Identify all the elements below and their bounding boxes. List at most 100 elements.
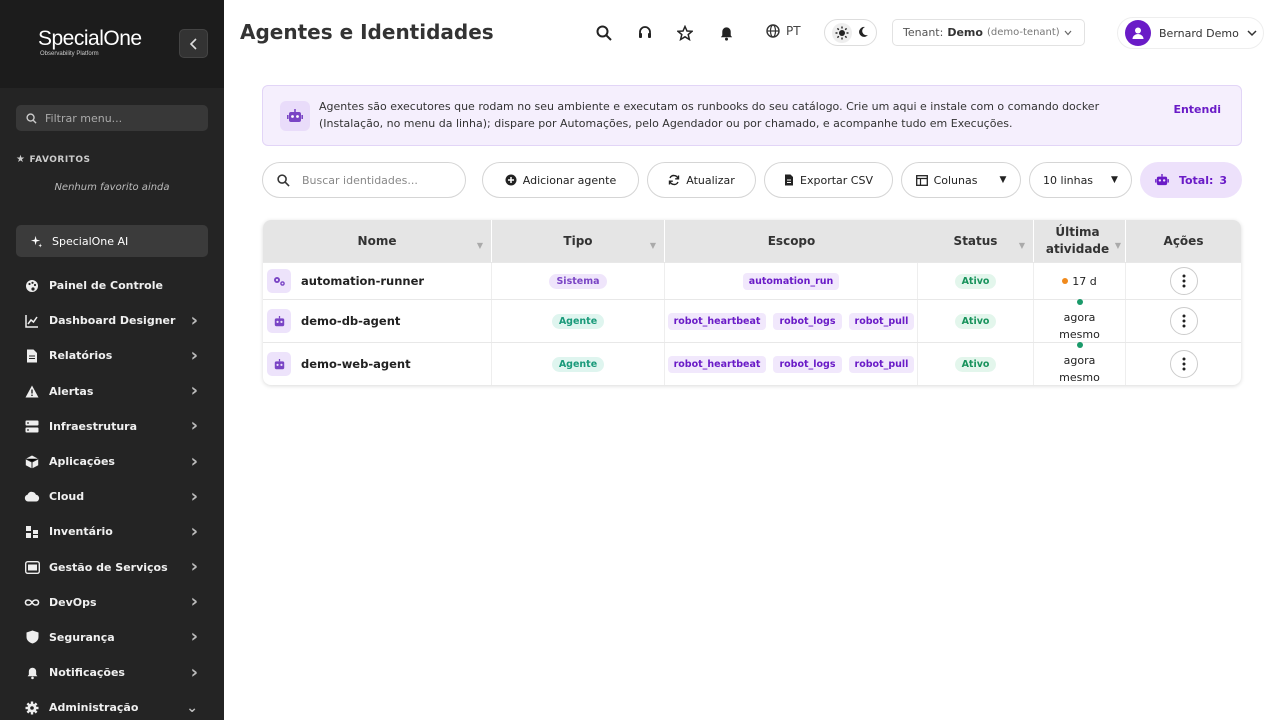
columns-label: Colunas	[933, 173, 978, 187]
chevron-right-icon[interactable]: ›	[191, 487, 198, 506]
scope-tag: robot_heartbeat	[667, 355, 767, 373]
columns-icon	[915, 174, 928, 186]
sidebar-item-devops[interactable]: DevOps ›	[0, 585, 224, 620]
rows-per-page-selector[interactable]: 10 linhas ▼	[1029, 162, 1132, 198]
identity-search[interactable]	[262, 162, 466, 198]
chevron-right-icon[interactable]: ›	[191, 417, 198, 435]
sort-icon[interactable]: ▼	[477, 237, 483, 254]
sidebar-item-infraestrutura[interactable]: Infraestrutura ›	[0, 409, 224, 444]
document-icon	[24, 349, 40, 363]
palette-icon	[24, 279, 40, 293]
notifications-button[interactable]	[715, 22, 737, 44]
column-header-name[interactable]: Nome ▼	[263, 220, 492, 262]
refresh-button[interactable]: Atualizar	[647, 162, 756, 198]
page-title: Agentes e Identidades	[240, 20, 494, 44]
sort-icon[interactable]: ▼	[1019, 237, 1025, 254]
columns-selector[interactable]: Colunas ▼	[901, 162, 1021, 198]
cell-type: Agente	[492, 343, 665, 385]
logo[interactable]: SpecialOne Observability Platform	[38, 28, 142, 58]
identity-name[interactable]: demo-db-agent	[301, 314, 400, 328]
moon-icon[interactable]	[857, 23, 869, 42]
sidebar-item-dashboard-designer[interactable]: Dashboard Designer ›	[0, 303, 224, 338]
row-actions-button[interactable]	[1169, 267, 1198, 295]
sort-icon[interactable]: ▼	[1115, 237, 1121, 254]
column-header-last-activity-label: Última atividade	[1045, 225, 1110, 256]
shield-icon	[24, 630, 40, 644]
column-header-status[interactable]: Status ▼	[918, 220, 1034, 262]
export-csv-label: Exportar CSV	[800, 173, 873, 187]
rows-per-page-label: 10 linhas	[1043, 173, 1094, 187]
chevron-right-icon[interactable]: ›	[191, 346, 198, 365]
gears-icon	[274, 277, 285, 286]
chevron-down-icon[interactable]: ⌄	[186, 700, 198, 716]
chevron-right-icon[interactable]: ›	[191, 311, 198, 330]
chevron-right-icon[interactable]: ›	[191, 522, 198, 541]
specialone-ai-button[interactable]: SpecialOne AI	[16, 225, 208, 257]
sidebar-item-label: Dashboard Designer	[49, 314, 176, 328]
sidebar-item-gestao-de-servicos[interactable]: Gestão de Serviços ›	[0, 550, 224, 585]
support-button[interactable]	[634, 22, 656, 44]
search-button[interactable]	[593, 22, 615, 44]
sidebar-item-administracao[interactable]: Administração ⌄	[0, 690, 224, 720]
chevron-right-icon[interactable]: ›	[191, 452, 198, 471]
table-row[interactable]: automation-runner Sistema automation_run At…	[263, 262, 1241, 299]
column-header-actions-label: Ações	[1163, 233, 1204, 248]
language-selector[interactable]: PT	[766, 24, 801, 38]
sidebar: SpecialOne Observability Platform ★ FAVO…	[0, 0, 224, 720]
type-badge: Sistema	[549, 273, 607, 289]
row-actions-button[interactable]	[1169, 307, 1198, 335]
cell-actions	[1126, 343, 1241, 385]
chevron-right-icon[interactable]: ›	[191, 558, 198, 576]
sidebar-item-painel-de-controle[interactable]: Painel de Controle	[0, 268, 224, 303]
tenant-selector[interactable]: Tenant: Demo (demo-tenant)	[892, 19, 1085, 46]
row-actions-button[interactable]	[1169, 350, 1198, 378]
dismiss-banner-button[interactable]: Entendi	[1173, 103, 1221, 116]
row-icon	[267, 309, 291, 333]
sidebar-item-aplicacoes[interactable]: Aplicações ›	[0, 444, 224, 479]
column-header-type-label: Tipo	[563, 233, 593, 248]
plus-circle-icon	[505, 174, 517, 186]
sun-icon[interactable]	[831, 22, 852, 43]
sidebar-item-inventario[interactable]: Inventário ›	[0, 514, 224, 549]
sidebar-item-seguranca[interactable]: Segurança ›	[0, 620, 224, 655]
user-icon	[1132, 27, 1144, 39]
menu-filter-input[interactable]	[45, 111, 195, 125]
identity-name[interactable]: demo-web-agent	[301, 357, 411, 371]
column-header-type[interactable]: Tipo ▼	[492, 220, 665, 262]
chevron-right-icon[interactable]: ›	[191, 628, 198, 646]
sidebar-item-notificacoes[interactable]: Notificações ›	[0, 655, 224, 690]
sidebar-item-label: Aplicações	[49, 455, 115, 469]
cell-status: Ativo	[918, 300, 1034, 342]
logo-text: SpecialOne	[38, 27, 142, 50]
sort-icon[interactable]: ▼	[650, 237, 656, 254]
column-header-last-activity[interactable]: Última atividade ▼	[1034, 220, 1126, 262]
sidebar-nav: Painel de Controle Dashboard Designer › Rel…	[0, 268, 224, 720]
cell-last-activity: agora mesmo	[1034, 299, 1126, 342]
table-row[interactable]: demo-db-agent Agente robot_heartbeat robot_…	[263, 299, 1241, 342]
export-csv-button[interactable]: Exportar CSV	[764, 162, 893, 198]
column-header-name-label: Nome	[357, 233, 397, 248]
user-menu[interactable]: Bernard Demo	[1117, 17, 1264, 49]
table-row[interactable]: demo-web-agent Agente robot_heartbeat robot…	[263, 342, 1241, 385]
chevron-right-icon[interactable]: ›	[191, 593, 198, 611]
identity-search-input[interactable]	[302, 173, 432, 187]
sidebar-item-relatorios[interactable]: Relatórios ›	[0, 338, 224, 373]
sidebar-item-label: Alertas	[49, 384, 94, 398]
chevron-right-icon[interactable]: ›	[191, 663, 198, 682]
column-header-status-label: Status	[953, 233, 998, 248]
star-icon: ★	[16, 154, 26, 165]
row-icon	[267, 269, 291, 293]
chevron-right-icon[interactable]: ›	[191, 382, 198, 400]
column-header-scope[interactable]: Escopo	[665, 220, 918, 262]
add-agent-button[interactable]: Adicionar agente	[482, 162, 639, 198]
favorite-button[interactable]	[674, 22, 696, 44]
identity-name[interactable]: automation-runner	[301, 274, 424, 288]
sidebar-item-cloud[interactable]: Cloud ›	[0, 479, 224, 514]
menu-filter[interactable]	[16, 105, 208, 131]
gear-icon	[24, 701, 40, 715]
sidebar-item-alertas[interactable]: Alertas ›	[0, 374, 224, 409]
theme-toggle[interactable]	[824, 19, 877, 46]
cell-status: Ativo	[918, 263, 1034, 299]
collapse-sidebar-button[interactable]	[179, 29, 208, 58]
file-icon	[785, 174, 794, 186]
